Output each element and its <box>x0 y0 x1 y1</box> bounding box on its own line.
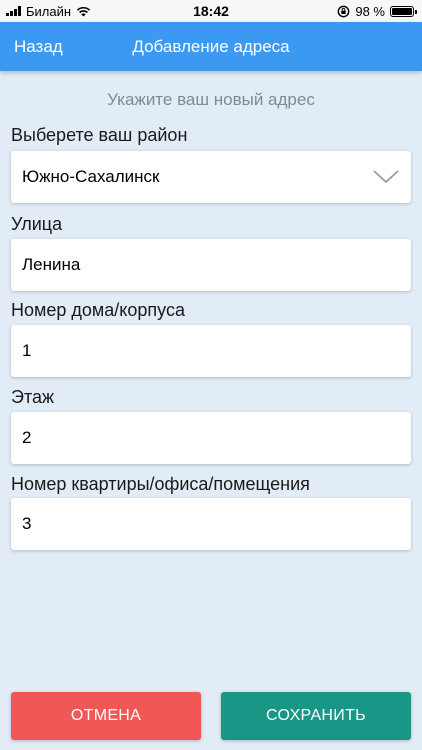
status-bar: Билайн 18:42 98 % <box>0 0 422 22</box>
wifi-icon <box>76 6 91 16</box>
apartment-field[interactable] <box>11 498 411 550</box>
house-input[interactable] <box>22 341 400 361</box>
status-bar-right: 98 % <box>337 3 417 19</box>
apartment-input[interactable] <box>22 514 400 534</box>
district-select[interactable]: Южно-Сахалинск <box>11 151 411 203</box>
cancel-button[interactable]: ОТМЕНА <box>11 692 201 740</box>
carrier-name: Билайн <box>26 3 72 19</box>
house-label: Номер дома/корпуса <box>11 300 185 320</box>
page-title: Добавление адреса <box>132 37 290 56</box>
save-button[interactable]: СОХРАНИТЬ <box>221 692 411 740</box>
apartment-label: Номер квартиры/офиса/помещения <box>11 474 310 494</box>
street-label: Улица <box>11 214 63 234</box>
floor-input[interactable] <box>22 428 400 448</box>
house-field[interactable] <box>11 325 411 377</box>
status-bar-left: Билайн <box>6 4 91 19</box>
street-field[interactable] <box>11 239 411 291</box>
chevron-down-icon <box>373 170 399 183</box>
battery-level <box>392 7 412 15</box>
back-button[interactable]: Назад <box>14 22 63 71</box>
district-select-value: Южно-Сахалинск <box>22 167 160 186</box>
floor-label: Этаж <box>11 387 55 407</box>
battery-percent: 98 % <box>355 3 385 19</box>
orientation-lock-icon <box>337 5 350 17</box>
floor-field[interactable] <box>11 412 411 464</box>
street-input[interactable] <box>22 255 400 275</box>
signal-icon <box>6 6 21 16</box>
district-label: Выберете ваш район <box>11 125 188 145</box>
battery-icon <box>390 5 417 17</box>
form-subtitle: Укажите ваш новый адрес <box>107 90 315 109</box>
nav-bar: Назад Добавление адреса <box>0 22 422 71</box>
